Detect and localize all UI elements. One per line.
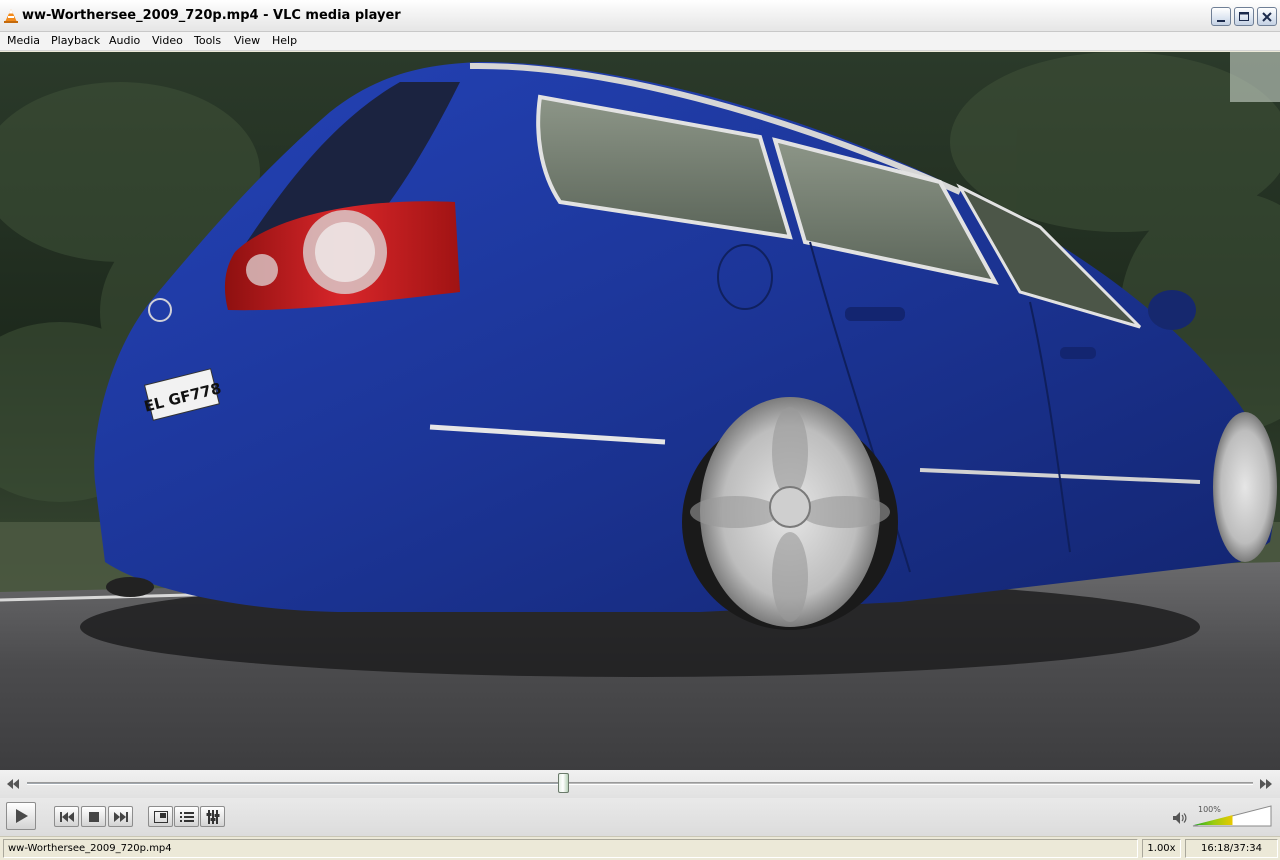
maximize-icon bbox=[1239, 12, 1249, 21]
playback-rate[interactable]: 1.00x bbox=[1142, 839, 1181, 858]
menu-tools[interactable]: Tools bbox=[193, 34, 222, 47]
menu-video[interactable]: Video bbox=[151, 34, 184, 47]
video-output[interactable]: EL GF778 bbox=[0, 52, 1280, 770]
vlc-cone-icon bbox=[4, 9, 18, 23]
play-icon bbox=[16, 809, 28, 823]
fullscreen-button[interactable] bbox=[148, 806, 173, 827]
extended-settings-icon bbox=[206, 809, 219, 824]
previous-button[interactable] bbox=[54, 806, 79, 827]
maximize-button[interactable] bbox=[1234, 7, 1254, 26]
minimize-button[interactable] bbox=[1211, 7, 1231, 26]
menu-audio[interactable]: Audio bbox=[108, 34, 141, 47]
title-bar: ww-Worthersee_2009_720p.mp4 - VLC media … bbox=[0, 0, 1280, 32]
speaker-icon[interactable] bbox=[1172, 810, 1188, 826]
seek-progress bbox=[27, 783, 563, 784]
seek-slider[interactable] bbox=[27, 782, 1253, 785]
seek-handle[interactable] bbox=[557, 773, 569, 793]
next-icon bbox=[113, 811, 128, 822]
seek-backward-icon[interactable] bbox=[6, 778, 20, 790]
volume-level bbox=[1194, 815, 1233, 825]
playback-controls: 100% bbox=[0, 798, 1280, 836]
minimize-icon bbox=[1217, 20, 1225, 22]
seek-bar-row bbox=[0, 770, 1280, 798]
menu-playback[interactable]: Playback bbox=[50, 34, 101, 47]
menu-media[interactable]: Media bbox=[6, 34, 41, 47]
close-button[interactable] bbox=[1257, 7, 1277, 26]
menu-view[interactable]: View bbox=[233, 34, 261, 47]
menu-bar: Media Playback Audio Video Tools View He… bbox=[0, 32, 1280, 51]
seek-forward-icon[interactable] bbox=[1259, 778, 1273, 790]
stop-icon bbox=[88, 811, 99, 822]
time-display[interactable]: 16:18/37:34 bbox=[1185, 839, 1278, 858]
close-icon bbox=[1262, 12, 1272, 22]
fullscreen-icon bbox=[153, 810, 168, 823]
previous-icon bbox=[59, 811, 74, 822]
extended-settings-button[interactable] bbox=[200, 806, 225, 827]
video-frame: EL GF778 bbox=[0, 52, 1280, 770]
menu-help[interactable]: Help bbox=[271, 34, 298, 47]
status-filename: ww-Worthersee_2009_720p.mp4 bbox=[3, 839, 1138, 858]
status-bar: ww-Worthersee_2009_720p.mp4 1.00x 16:18/… bbox=[0, 836, 1280, 860]
play-button[interactable] bbox=[6, 802, 36, 830]
window-title: ww-Worthersee_2009_720p.mp4 - VLC media … bbox=[22, 8, 401, 23]
stop-button[interactable] bbox=[81, 806, 106, 827]
playlist-icon bbox=[179, 811, 194, 822]
volume-slider[interactable] bbox=[1192, 804, 1272, 828]
next-button[interactable] bbox=[108, 806, 133, 827]
playlist-button[interactable] bbox=[174, 806, 199, 827]
